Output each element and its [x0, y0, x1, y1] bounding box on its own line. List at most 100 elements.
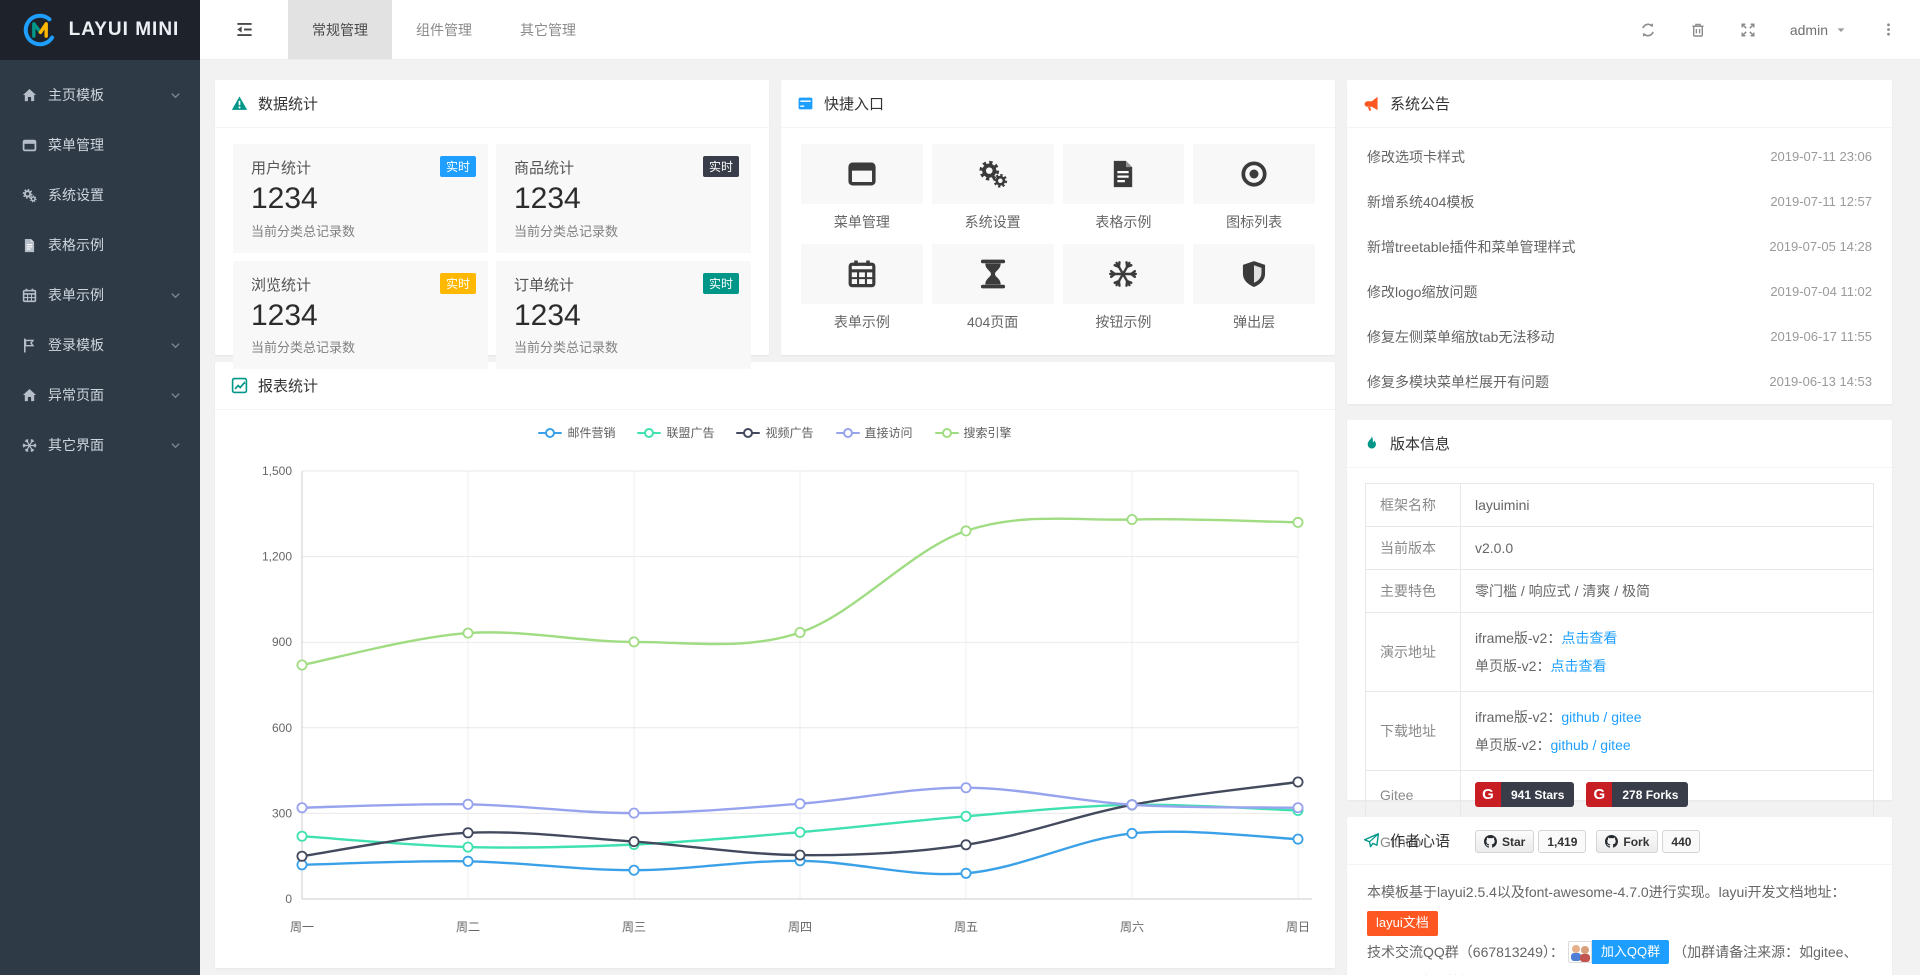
sidebar-item-1[interactable]: 菜单管理 [0, 120, 200, 170]
svg-text:周一: 周一 [290, 920, 314, 934]
github-fork-widget[interactable]: Fork 440 [1596, 830, 1700, 853]
calendar-icon [20, 288, 38, 303]
collapse-menu-icon[interactable] [200, 0, 288, 59]
legend-marker-icon [637, 428, 661, 438]
stat-value: 1234 [251, 182, 470, 217]
refresh-icon[interactable] [1640, 22, 1656, 38]
notice-text: 修复多模块菜单栏展开有问题 [1367, 372, 1549, 392]
quick-entry-4[interactable]: 表单示例 [801, 244, 923, 332]
chevron-down-icon [169, 339, 182, 352]
version-label: 主要特色 [1366, 570, 1461, 613]
clear-cache-icon[interactable] [1690, 22, 1706, 38]
legend-item-4[interactable]: 搜索引擎 [935, 424, 1012, 441]
link-github[interactable]: github [1550, 737, 1588, 753]
app-logo[interactable]: LAYUI MINI [0, 0, 200, 60]
sidebar-item-label: 系统设置 [48, 185, 182, 205]
gitee-badge-label: 278 Forks [1612, 782, 1688, 807]
bullhorn-icon [1363, 95, 1380, 112]
fullscreen-icon[interactable] [1740, 22, 1756, 38]
notice-item-0[interactable]: 修改选项卡样式 2019-07-11 23:06 [1367, 134, 1872, 179]
notice-list: 修改选项卡样式 2019-07-11 23:06新增系统404模板 2019-0… [1347, 128, 1892, 404]
chevron-down-icon [169, 389, 182, 402]
link-gitee[interactable]: gitee [1600, 737, 1630, 753]
github-count: 1,419 [1538, 830, 1586, 853]
github-count: 440 [1662, 830, 1700, 853]
navbar-actions: admin [1640, 0, 1920, 59]
chevron-down-icon [169, 439, 182, 452]
quick-entry-7[interactable]: 弹出层 [1193, 244, 1315, 332]
legend-label: 视频广告 [765, 424, 813, 441]
sidebar-item-3[interactable]: 表格示例 [0, 220, 200, 270]
snowflake-icon [20, 438, 38, 453]
notice-text: 新增系统404模板 [1367, 192, 1474, 212]
sidebar-item-0[interactable]: 主页模板 [0, 70, 200, 120]
panel-title: 系统公告 [1390, 93, 1450, 114]
panel-quick-entry: 快捷入口 菜单管理 系统设置 表格示例 图标列表 表单示例 404页面 按钮示例… [781, 80, 1335, 355]
link-github[interactable]: github [1561, 709, 1599, 725]
sidebar-item-5[interactable]: 登录模板 [0, 320, 200, 370]
legend-item-3[interactable]: 直接访问 [836, 424, 913, 441]
gitee-badge[interactable]: G 278 Forks [1586, 782, 1688, 807]
quick-entry-5[interactable]: 404页面 [932, 244, 1054, 332]
notice-date: 2019-07-05 14:28 [1769, 239, 1872, 254]
legend-label: 搜索引擎 [964, 424, 1012, 441]
sidebar-item-6[interactable]: 异常页面 [0, 370, 200, 420]
notice-item-3[interactable]: 修改logo缩放问题 2019-07-04 11:02 [1367, 269, 1872, 314]
join-qq-button[interactable]: 加入QQ群 [1568, 940, 1669, 964]
quick-entry-2[interactable]: 表格示例 [1063, 144, 1185, 232]
stat-desc: 当前分类总记录数 [514, 221, 733, 240]
version-value: v2.0.0 [1475, 540, 1513, 556]
quick-entry-label: 弹出层 [1193, 312, 1315, 332]
svg-text:周三: 周三 [622, 920, 646, 934]
gears-icon [932, 144, 1054, 204]
top-navbar: 常规管理组件管理其它管理 admin [200, 0, 1920, 60]
notice-item-2[interactable]: 新增treetable插件和菜单管理样式 2019-07-05 14:28 [1367, 224, 1872, 269]
quick-entry-1[interactable]: 系统设置 [932, 144, 1054, 232]
svg-text:周五: 周五 [954, 920, 978, 934]
realtime-badge: 实时 [440, 273, 476, 294]
legend-item-0[interactable]: 邮件营销 [538, 424, 615, 441]
version-line-prefix: 单页版-v2： [1475, 737, 1550, 753]
line-chart: 03006009001,2001,500周一周二周三周四周五周六周日 [215, 441, 1335, 953]
svg-text:周四: 周四 [788, 920, 812, 934]
notice-item-5[interactable]: 修复多模块菜单栏展开有问题 2019-06-13 14:53 [1367, 359, 1872, 404]
more-options-icon[interactable] [1881, 22, 1896, 37]
version-label: Gitee [1366, 771, 1461, 819]
chevron-down-icon [169, 89, 182, 102]
main-area: 常规管理组件管理其它管理 admin 数据统 [200, 0, 1920, 975]
sidebar-item-label: 菜单管理 [48, 135, 182, 155]
tab-1[interactable]: 组件管理 [392, 0, 496, 59]
notice-date: 2019-07-11 12:57 [1770, 194, 1872, 209]
link-点击查看[interactable]: 点击查看 [1561, 630, 1617, 646]
stat-card-1: 商品统计 实时 1234 当前分类总记录数 [496, 144, 751, 253]
legend-item-1[interactable]: 联盟广告 [637, 424, 714, 441]
link-点击查看[interactable]: 点击查看 [1550, 658, 1606, 674]
user-name: admin [1790, 22, 1828, 38]
notice-item-4[interactable]: 修复左侧菜单缩放tab无法移动 2019-06-17 11:55 [1367, 314, 1872, 359]
github-star-widget[interactable]: Star 1,419 [1475, 830, 1586, 853]
app-title: LAYUI MINI [69, 19, 180, 41]
quick-entry-3[interactable]: 图标列表 [1193, 144, 1315, 232]
stat-desc: 当前分类总记录数 [251, 337, 470, 356]
realtime-badge: 实时 [440, 156, 476, 177]
quick-entry-6[interactable]: 按钮示例 [1063, 244, 1185, 332]
tab-2[interactable]: 其它管理 [496, 0, 600, 59]
page-content: 数据统计 用户统计 实时 1234 当前分类总记录数商品统计 实时 1234 当… [200, 60, 1920, 975]
legend-item-2[interactable]: 视频广告 [736, 424, 813, 441]
flag-icon [20, 338, 38, 353]
user-menu[interactable]: admin [1790, 22, 1847, 38]
sidebar-item-4[interactable]: 表单示例 [0, 270, 200, 320]
link-gitee[interactable]: gitee [1611, 709, 1641, 725]
layui-doc-badge[interactable]: layui文档 [1367, 911, 1438, 936]
notice-item-1[interactable]: 新增系统404模板 2019-07-11 12:57 [1367, 179, 1872, 224]
quick-entry-0[interactable]: 菜单管理 [801, 144, 923, 232]
notice-text: 修改选项卡样式 [1367, 147, 1465, 167]
chart-canvas: 03006009001,2001,500周一周二周三周四周五周六周日 [230, 441, 1320, 953]
sidebar-item-7[interactable]: 其它界面 [0, 420, 200, 470]
tab-0[interactable]: 常规管理 [288, 0, 392, 59]
sidebar-item-2[interactable]: 系统设置 [0, 170, 200, 220]
window-icon [801, 144, 923, 204]
gitee-badge[interactable]: G 941 Stars [1475, 782, 1574, 807]
notice-text: 新增treetable插件和菜单管理样式 [1367, 237, 1575, 257]
quick-entry-label: 404页面 [932, 312, 1054, 332]
